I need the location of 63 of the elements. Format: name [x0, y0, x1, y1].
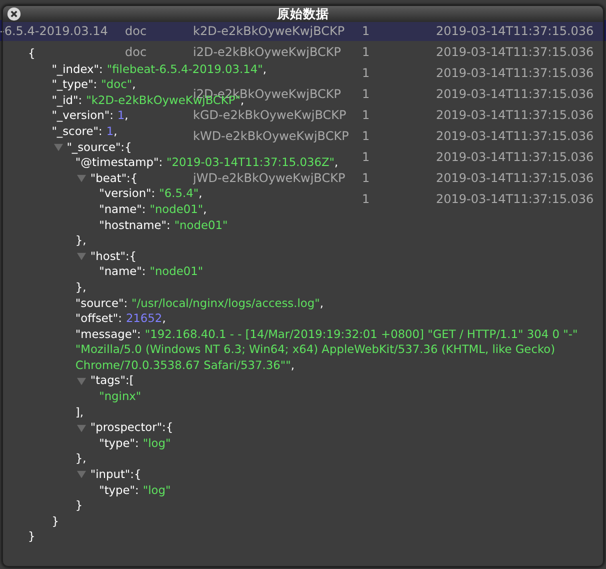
- toggle-icon[interactable]: [77, 252, 86, 262]
- json-entry: "version": "6.5.4",: [99, 186, 204, 200]
- json-entry: "type": "log": [99, 482, 172, 497]
- close-icon[interactable]: [7, 7, 21, 21]
- table-cell-text: 1: [362, 192, 371, 206]
- table-cell-text: 1: [362, 128, 371, 142]
- json-brace: },: [75, 451, 86, 466]
- table-cell: kGD-e2kBkOyweKwjBCKP: [193, 108, 346, 122]
- table-cell: k2D-e2kBkOyweKwjBCKP: [193, 24, 345, 38]
- table-cell-text: 1: [362, 86, 371, 100]
- table-cell-text: 2019-03-14T11:37:15.036: [436, 24, 595, 38]
- table-cell-text: 2019-03-14T11:37:15.036: [436, 192, 595, 206]
- toggle-icon[interactable]: [77, 424, 86, 433]
- toggle-icon[interactable]: [77, 174, 86, 184]
- table-cell-text: 2019-03-14T11:37:15.036: [436, 66, 595, 80]
- toggle-icon[interactable]: [54, 142, 63, 152]
- table-cell-text: 2019-03-14T11:37:15.036: [436, 44, 595, 58]
- json-key: {: [28, 46, 36, 60]
- table-cell-text: 1: [362, 66, 371, 80]
- json-key: "host":{: [90, 248, 137, 263]
- json-brace: }: [52, 514, 59, 528]
- table-cell: -6.5.4-2019.03.14: [0, 24, 108, 38]
- json-key: "prospector":{: [90, 420, 174, 434]
- table-cell-text: 1: [362, 44, 371, 58]
- table-cell-text: 1: [362, 150, 371, 164]
- json-entry: "message": "192.168.40.1 - - [14/Mar/2019:19:32:01 +0800] "GET / HTTP/1.1" 304 0 "-" "Mozilla/5.0 (Windows NT 6.3; Win64; x64) AppleWebKit/537.36 (KHTML, like Gecko) Chrome/70.0.3538.67 Safari/537.36"",: [75, 326, 578, 372]
- json-entry: "@timestamp": "2019-03-14T11:37:15.036Z",: [75, 155, 340, 170]
- table-cell: jWD-e2kBkOyweKwjBCKP: [193, 170, 346, 184]
- json-brace: ],: [75, 404, 84, 419]
- table-cell: doc: [125, 24, 147, 38]
- json-entry: "_version": 1,: [52, 108, 130, 122]
- table-cell: kWD-e2kBkOyweKwjBCKP: [193, 128, 349, 142]
- table-cell: doc: [125, 44, 147, 58]
- table-cell-text: 2019-03-14T11:37:15.036: [436, 86, 595, 100]
- json-brace: }: [75, 498, 83, 512]
- toggle-icon[interactable]: [77, 376, 86, 386]
- table-cell-text: 2019-03-14T11:37:15.036: [436, 108, 595, 122]
- json-entry: "_type": "doc",: [52, 77, 137, 92]
- table-cell-text: 1: [362, 24, 371, 38]
- dialog-title: 原始数据: [277, 6, 329, 22]
- json-entry: "_index": "filebeat-6.5.4-2019.03.14",: [52, 62, 268, 76]
- table-cell-text: 2019-03-14T11:37:15.036: [436, 150, 595, 164]
- json-key: "beat":{: [90, 170, 138, 185]
- json-entry: "nginx": [99, 389, 142, 404]
- toggle-icon[interactable]: [77, 470, 86, 480]
- table-cell-text: 1: [362, 108, 371, 122]
- json-entry: "name": "node01": [99, 264, 204, 278]
- table-cell: i2D-e2kBkOyweKwjBCKP: [193, 44, 341, 58]
- json-brace: },: [75, 280, 86, 294]
- json-key: "_source":{: [66, 140, 132, 154]
- json-entry: "source": "/usr/local/nginx/logs/access.log",: [75, 296, 324, 310]
- json-entry: "_score": 1,: [52, 124, 118, 138]
- json-brace: },: [75, 233, 86, 248]
- json-brace: }: [28, 529, 36, 544]
- json-entry: "hostname": "node01": [99, 218, 229, 232]
- table-cell-text: 1: [362, 170, 371, 184]
- table-cell-text: 2019-03-14T11:37:15.036: [436, 170, 595, 184]
- table-cell-text: 2019-03-14T11:37:15.036: [436, 128, 595, 142]
- json-entry: "name": "node01",: [99, 202, 208, 216]
- json-entry: "offset": 21652,: [75, 311, 167, 326]
- json-key: "tags":[: [90, 373, 134, 388]
- json-key: "input":{: [90, 467, 142, 482]
- json-entry: "type": "log": [99, 436, 172, 450]
